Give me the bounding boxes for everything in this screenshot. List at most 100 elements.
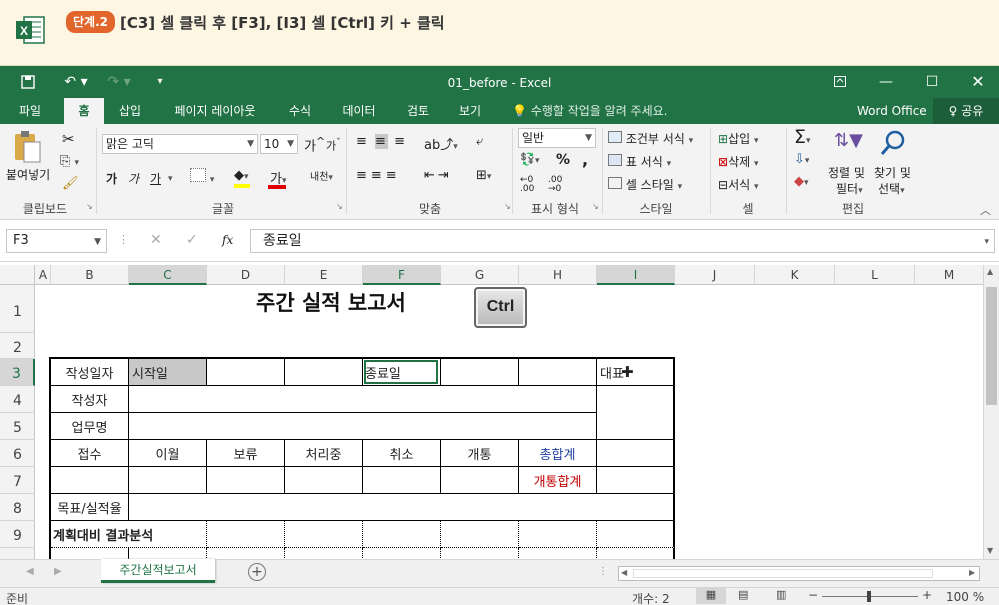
phonetic-icon[interactable]: 내천▾: [310, 168, 333, 183]
grow-font-icon[interactable]: 가^: [304, 135, 325, 154]
ribbon-display-icon[interactable]: [826, 66, 854, 98]
cell-C5-merged[interactable]: [129, 413, 597, 440]
tab-page-layout[interactable]: 페이지 레이아웃: [160, 98, 270, 124]
cell-G10[interactable]: [441, 548, 519, 559]
undo-icon[interactable]: ↶ ▾: [58, 66, 94, 98]
zoom-slider-thumb[interactable]: [867, 591, 871, 602]
clipboard-launcher-icon[interactable]: ↘: [86, 202, 93, 211]
conditional-format-button[interactable]: 조건부 서식 ▾: [608, 130, 693, 147]
cell-I9[interactable]: [597, 521, 675, 548]
copy-icon[interactable]: ⎘ ▾: [60, 154, 79, 169]
row-header-1[interactable]: 1: [0, 285, 35, 333]
sort-filter-label-2[interactable]: 필터▾: [836, 180, 863, 197]
underline-button[interactable]: 가: [150, 170, 161, 187]
cell-B9[interactable]: 계획대비 결과분석: [51, 521, 207, 548]
font-name-select[interactable]: 맑은 고딕 ▼: [102, 134, 258, 154]
clear-icon[interactable]: ◆▾: [794, 174, 809, 189]
font-launcher-icon[interactable]: ↘: [336, 202, 343, 211]
cell-C8-merged[interactable]: [129, 494, 675, 521]
cell-C10[interactable]: [129, 548, 207, 559]
cell-E10[interactable]: [285, 548, 363, 559]
enter-icon[interactable]: ✓: [186, 232, 198, 248]
horizontal-scrollbar[interactable]: ◀ ▶: [618, 566, 980, 581]
account-name[interactable]: Word Office: [857, 98, 927, 124]
tell-me-search[interactable]: 💡 수행할 작업을 알려 주세요.: [512, 98, 667, 124]
insert-cells-button[interactable]: ⊞삽입 ▾: [718, 130, 759, 147]
fill-down-icon[interactable]: ⇩▾: [794, 152, 809, 167]
alignment-launcher-icon[interactable]: ↘: [504, 202, 511, 211]
row-header-3[interactable]: 3: [0, 359, 35, 386]
shrink-font-icon[interactable]: 가ˇ: [326, 137, 341, 154]
cell-G3[interactable]: [441, 359, 519, 386]
cell-I7[interactable]: [597, 467, 675, 494]
col-header-G[interactable]: G: [441, 265, 519, 285]
cell-F9[interactable]: [363, 521, 441, 548]
italic-button[interactable]: 가: [128, 170, 139, 187]
cell-D7[interactable]: [207, 467, 285, 494]
cell-E9[interactable]: [285, 521, 363, 548]
delete-cells-button[interactable]: ⊠삭제 ▾: [718, 153, 759, 170]
normal-view-icon[interactable]: ▦: [696, 588, 726, 604]
row-header-5[interactable]: 5: [0, 413, 35, 440]
col-header-M[interactable]: M: [915, 265, 983, 285]
format-painter-icon[interactable]: 🖌: [62, 176, 79, 191]
cell-C3[interactable]: 시작일: [129, 359, 207, 386]
row-header-9[interactable]: 9: [0, 521, 35, 548]
bold-button[interactable]: 가: [106, 170, 117, 187]
cell-D9[interactable]: [207, 521, 285, 548]
cell-D6[interactable]: 보류: [207, 440, 285, 467]
sheet-tab-active[interactable]: 주간실적보고서: [101, 559, 215, 583]
number-launcher-icon[interactable]: ↘: [592, 202, 599, 211]
col-header-H[interactable]: H: [519, 265, 597, 285]
scroll-up-icon[interactable]: ▲: [987, 267, 993, 276]
scroll-down-icon[interactable]: ▼: [987, 546, 993, 555]
name-box[interactable]: F3 ▼: [6, 229, 107, 253]
cell-F6[interactable]: 취소: [363, 440, 441, 467]
cell-B7[interactable]: [51, 467, 129, 494]
indent-icons[interactable]: ⇤⇥: [424, 168, 452, 183]
increase-decimal-icon[interactable]: ←0.00: [520, 176, 534, 194]
tab-data[interactable]: 데이터: [334, 98, 384, 124]
row-header-2[interactable]: 2: [0, 333, 35, 359]
cell-H6[interactable]: 총합계: [519, 440, 597, 467]
row-header-4[interactable]: 4: [0, 386, 35, 413]
cell-F10[interactable]: [363, 548, 441, 559]
col-header-C[interactable]: C: [129, 265, 207, 285]
table-format-button[interactable]: 표 서식 ▾: [608, 153, 671, 170]
col-header-K[interactable]: K: [755, 265, 835, 285]
row-header-6[interactable]: 6: [0, 440, 35, 467]
col-header-D[interactable]: D: [207, 265, 285, 285]
tab-review[interactable]: 검토: [398, 98, 438, 124]
formula-input[interactable]: 종료일 ▾: [250, 229, 995, 253]
close-icon[interactable]: ✕: [964, 66, 992, 98]
comma-button[interactable]: ,: [582, 150, 588, 169]
cell-D10[interactable]: [207, 548, 285, 559]
cell-C7[interactable]: [129, 467, 207, 494]
prev-sheet-icon[interactable]: ◀: [26, 566, 34, 577]
sort-filter-icon[interactable]: ⇅▼: [834, 130, 863, 151]
find-select-label-2[interactable]: 선택▾: [878, 180, 905, 197]
cell-B10[interactable]: [51, 548, 129, 559]
col-header-B[interactable]: B: [51, 265, 129, 285]
redo-icon[interactable]: ↷ ▾: [104, 66, 134, 98]
cell-H3[interactable]: [519, 359, 597, 386]
cell-C6[interactable]: 이월: [129, 440, 207, 467]
row-header-8[interactable]: 8: [0, 494, 35, 521]
save-icon[interactable]: [14, 66, 42, 98]
col-header-E[interactable]: E: [285, 265, 363, 285]
h-scroll-thumb[interactable]: [633, 569, 933, 578]
cell-E6[interactable]: 처리중: [285, 440, 363, 467]
autosum-icon[interactable]: Σ▾: [794, 126, 811, 148]
find-select-label-1[interactable]: 찾기 및: [874, 164, 911, 181]
cell-G6[interactable]: 개통: [441, 440, 519, 467]
col-header-L[interactable]: L: [835, 265, 915, 285]
vertical-scrollbar[interactable]: ▲ ▼: [983, 265, 999, 559]
col-header-J[interactable]: J: [675, 265, 755, 285]
add-sheet-icon[interactable]: +: [248, 563, 266, 581]
number-format-select[interactable]: 일반 ▼: [518, 128, 596, 148]
horizontal-align-icons[interactable]: ≡≡≡: [356, 168, 401, 183]
cell-F7[interactable]: [363, 467, 441, 494]
find-select-icon[interactable]: [880, 130, 906, 159]
cell-H10[interactable]: [519, 548, 597, 559]
cell-I10[interactable]: [597, 548, 675, 559]
